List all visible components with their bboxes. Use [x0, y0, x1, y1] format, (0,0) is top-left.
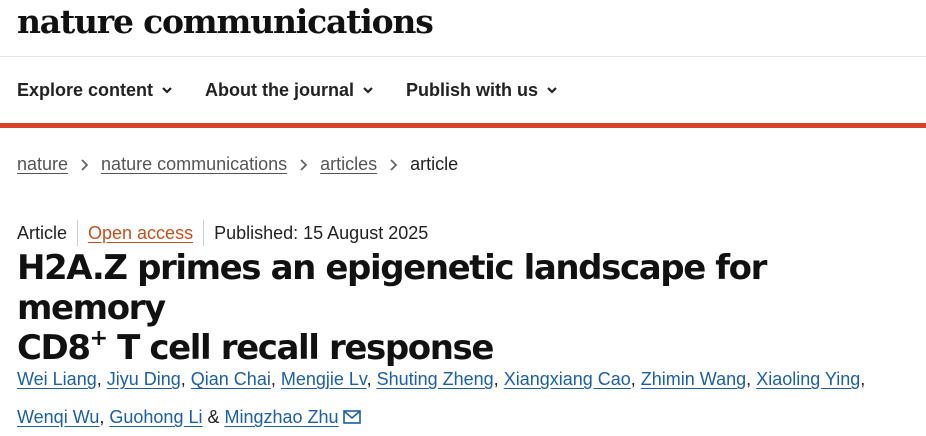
nav-item-label: Explore content — [17, 79, 154, 100]
author-separator: , — [746, 369, 757, 389]
author-link[interactable]: Guohong Li — [109, 407, 202, 427]
chevron-right-icon — [300, 158, 308, 171]
author-separator: , — [270, 369, 281, 389]
author-separator: , — [180, 369, 191, 389]
author-list: Wei Liang, Jiyu Ding, Qian Chai, Mengjie… — [17, 360, 917, 436]
title-superscript: + — [89, 325, 108, 351]
author-link[interactable]: Xiaoling Ying — [756, 369, 860, 389]
author-separator: , — [96, 369, 107, 389]
breadcrumb: nature nature communications articles ar… — [17, 154, 458, 175]
nav-item-label: Publish with us — [406, 79, 539, 100]
chevron-right-icon — [390, 158, 398, 171]
author-link[interactable]: Mingzhao Zhu — [224, 407, 338, 427]
breadcrumb-nature-communications[interactable]: nature communications — [101, 154, 287, 175]
author-link[interactable]: Wei Liang — [17, 369, 97, 389]
nav-publish-with-us[interactable]: Publish with us — [406, 80, 558, 101]
chevron-down-icon — [547, 87, 557, 94]
author-separator: , — [493, 369, 504, 389]
chevron-right-icon — [81, 158, 89, 171]
author-link[interactable]: Jiyu Ding — [107, 369, 181, 389]
meta-divider — [77, 220, 79, 246]
article-type: Article — [17, 222, 68, 243]
author-separator: , — [99, 407, 110, 427]
site-logo[interactable]: nature communications — [17, 2, 434, 41]
author-link[interactable]: Xiangxiang Cao — [504, 369, 631, 389]
author-link[interactable]: Shuting Zheng — [377, 369, 494, 389]
accent-bar — [0, 123, 926, 128]
open-access-link[interactable]: Open access — [88, 223, 193, 244]
author-link[interactable]: Mengjie Lv — [281, 369, 367, 389]
author-link[interactable]: Qian Chai — [191, 369, 271, 389]
meta-divider — [203, 220, 205, 246]
masthead: nature communications — [0, 0, 926, 57]
nav-item-label: About the journal — [205, 79, 355, 100]
chevron-down-icon — [363, 87, 373, 94]
title-line-1: H2A.Z primes an epigenetic landscape for… — [17, 248, 767, 328]
breadcrumb-articles[interactable]: articles — [320, 154, 377, 175]
article-meta: Article Open access Published: 15 August… — [17, 220, 428, 246]
breadcrumb-nature[interactable]: nature — [17, 154, 68, 175]
envelope-icon[interactable] — [342, 410, 361, 424]
nav-about-journal[interactable]: About the journal — [205, 80, 374, 101]
author-link[interactable]: Zhimin Wang — [641, 369, 746, 389]
main-nav: Explore content About the journal Publis… — [0, 57, 926, 123]
chevron-down-icon — [162, 87, 172, 94]
published-date: Published: 15 August 2025 — [214, 222, 429, 243]
author-separator: , — [860, 369, 866, 389]
author-separator: , — [630, 369, 641, 389]
breadcrumb-current: article — [410, 154, 459, 174]
nav-explore-content[interactable]: Explore content — [17, 80, 173, 101]
author-last-separator: & — [202, 407, 225, 427]
author-separator: , — [366, 369, 377, 389]
article-title: H2A.Z primes an epigenetic landscape for… — [17, 248, 917, 368]
author-link[interactable]: Wenqi Wu — [17, 407, 99, 427]
